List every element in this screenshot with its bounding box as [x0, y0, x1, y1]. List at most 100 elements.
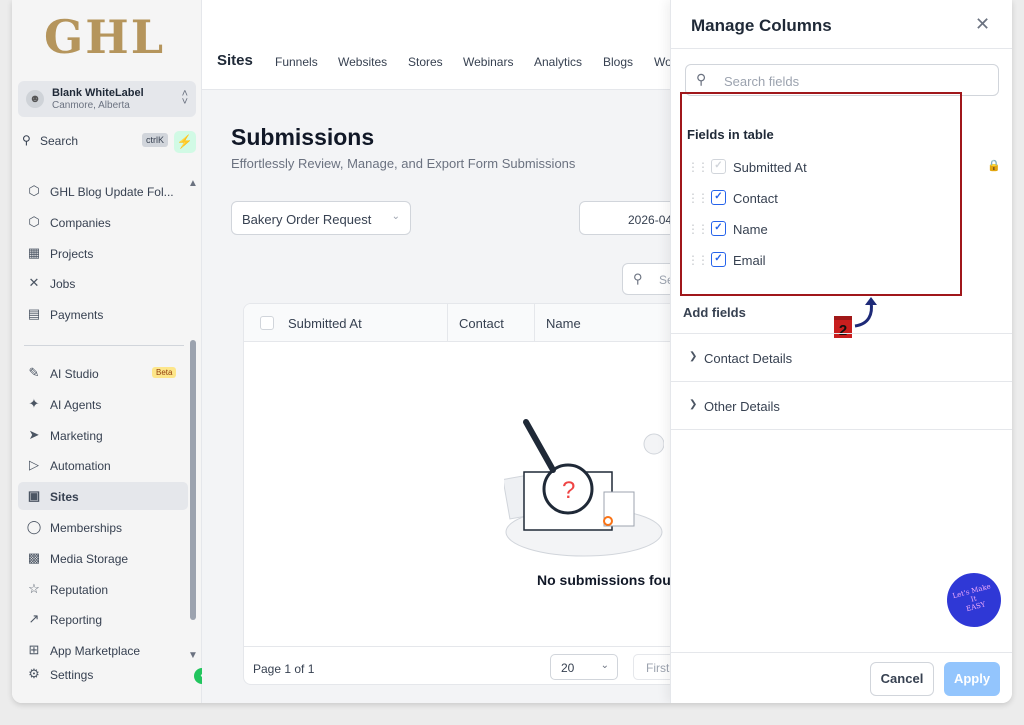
sidebar-item-label: AI Studio	[50, 367, 99, 381]
search-fields-placeholder: Search fields	[724, 74, 800, 89]
sidebar-item-label: Reporting	[50, 613, 103, 627]
sidebar: GHL ☻ Blank WhiteLabel Canmore, Alberta …	[12, 0, 202, 703]
tab-webinars[interactable]: Webinars	[463, 55, 513, 69]
add-fields-heading: Add fields	[683, 305, 746, 320]
column-submitted-at[interactable]: Submitted At	[288, 316, 362, 331]
tab-funnels[interactable]: Funnels	[275, 55, 318, 69]
image-icon: ▩	[27, 550, 41, 565]
section-other-details[interactable]: ❯ Other Details	[671, 382, 1012, 430]
tab-websites[interactable]: Websites	[338, 55, 387, 69]
scroll-up-arrow-icon[interactable]: ▲	[188, 178, 198, 189]
field-checkbox[interactable]: ✓	[711, 221, 726, 236]
account-switcher[interactable]: ☻ Blank WhiteLabel Canmore, Alberta ˄ ˅	[18, 81, 196, 117]
shortcut-hint: ctrlK	[142, 133, 168, 147]
user-icon: ☻	[26, 90, 44, 108]
column-contact[interactable]: Contact	[459, 316, 504, 331]
sidebar-item-label: Marketing	[50, 429, 103, 443]
field-label: Contact	[733, 191, 778, 206]
award-icon: ◯	[26, 519, 42, 534]
lock-icon: 🔒	[987, 160, 1001, 172]
field-checkbox[interactable]: ✓	[711, 190, 726, 205]
field-row-submitted-at[interactable]: ⋮⋮ ✓ Submitted At 🔒	[687, 157, 1001, 179]
drag-handle-icon[interactable]: ⋮⋮	[687, 160, 709, 174]
field-label: Name	[733, 222, 768, 237]
chevron-right-icon: ❯	[689, 351, 698, 362]
sidebar-item-reputation[interactable]: ☆ Reputation	[18, 575, 188, 603]
section-contact-details[interactable]: ❯ Contact Details	[671, 334, 1012, 382]
sidebar-item-ai-studio[interactable]: ✎ AI Studio Beta	[18, 359, 188, 387]
chevron-down-icon: ⌄	[391, 211, 400, 222]
chevron-right-icon: ❯	[689, 399, 698, 410]
sidebar-item-jobs[interactable]: ✕ Jobs	[18, 269, 188, 297]
field-row-contact[interactable]: ⋮⋮ ✓ Contact	[687, 188, 997, 210]
close-icon[interactable]: ✕	[975, 14, 990, 35]
form-select-value: Bakery Order Request	[242, 212, 372, 227]
field-label: Submitted At	[733, 160, 807, 175]
field-row-name[interactable]: ⋮⋮ ✓ Name	[687, 219, 997, 241]
select-all-checkbox[interactable]	[260, 316, 274, 330]
sidebar-item-label: GHL Blog Update Fol...	[50, 185, 174, 199]
drag-handle-icon[interactable]: ⋮⋮	[687, 253, 709, 267]
lightning-icon[interactable]: ⚡	[174, 131, 196, 153]
beta-badge: Beta	[152, 367, 177, 378]
field-label: Email	[733, 253, 766, 268]
panel-divider	[671, 48, 1012, 49]
sidebar-search[interactable]: ⚲ Search ctrlK	[18, 130, 168, 152]
empty-state-text: No submissions found	[537, 572, 688, 588]
column-name[interactable]: Name	[546, 316, 581, 331]
sidebar-item-label: Projects	[50, 247, 94, 261]
sidebar-item-reporting[interactable]: ↗ Reporting	[18, 605, 188, 633]
app-window: GHL ☻ Blank WhiteLabel Canmore, Alberta …	[12, 0, 1012, 703]
sidebar-item-projects[interactable]: ▦ Projects	[18, 239, 188, 267]
sidebar-item-memberships[interactable]: ◯ Memberships	[18, 513, 188, 541]
sidebar-item-ghl-blog-update[interactable]: ⬡ GHL Blog Update Fol...	[18, 177, 188, 205]
watermark-badge: Let's Make It EASY	[940, 566, 1008, 634]
scroll-down-arrow-icon[interactable]: ▼	[188, 650, 198, 661]
cancel-button[interactable]: Cancel	[870, 662, 934, 696]
sidebar-item-label: Jobs	[50, 277, 76, 291]
gear-icon: ⚙	[28, 666, 40, 681]
section-label: Contact Details	[704, 351, 793, 366]
section-title: Sites	[217, 52, 253, 69]
automation-icon: ▷	[29, 457, 39, 472]
sidebar-item-label: Reputation	[50, 583, 109, 597]
apply-button[interactable]: Apply	[944, 662, 1000, 696]
sidebar-item-label: Companies	[50, 216, 111, 230]
sidebar-item-media-storage[interactable]: ▩ Media Storage	[18, 544, 188, 572]
column-divider	[447, 304, 448, 342]
sidebar-scrollbar[interactable]	[190, 340, 196, 620]
sidebar-item-sites[interactable]: ▣ Sites	[18, 482, 188, 510]
chevron-down-icon: ⌄	[600, 660, 609, 671]
drag-handle-icon[interactable]: ⋮⋮	[687, 222, 709, 236]
tab-analytics[interactable]: Analytics	[534, 55, 582, 69]
tab-blogs[interactable]: Blogs	[603, 55, 633, 69]
sidebar-item-automation[interactable]: ▷ Automation	[18, 451, 188, 479]
field-row-email[interactable]: ⋮⋮ ✓ Email	[687, 250, 997, 272]
search-label: Search	[40, 134, 79, 148]
field-checkbox[interactable]: ✓	[711, 252, 726, 267]
empty-search-illustration: ?	[504, 419, 664, 557]
chevron-up-down-icon: ˄ ˅	[181, 88, 188, 108]
search-icon: ⚲	[22, 133, 31, 147]
sidebar-item-ai-agents[interactable]: ✦ AI Agents	[18, 390, 188, 418]
page-subtitle: Effortlessly Review, Manage, and Export …	[231, 156, 576, 171]
drag-handle-icon[interactable]: ⋮⋮	[687, 191, 709, 205]
grid-icon: ⊞	[28, 642, 40, 657]
sidebar-item-label: Settings	[50, 668, 94, 682]
ai-studio-icon: ✎	[28, 365, 40, 380]
sparkle-icon: ✦	[28, 396, 40, 411]
sidebar-item-companies[interactable]: ⬡ Companies	[18, 208, 188, 236]
form-select[interactable]: Bakery Order Request ⌄	[231, 201, 411, 235]
page-size-select[interactable]: 20 ⌄	[550, 654, 618, 680]
sidebar-item-marketing[interactable]: ➤ Marketing	[18, 421, 188, 449]
section-label: Other Details	[704, 399, 780, 414]
column-divider	[534, 304, 535, 342]
tab-stores[interactable]: Stores	[408, 55, 443, 69]
sidebar-item-label: Sites	[50, 490, 79, 504]
page-size-value: 20	[561, 661, 575, 675]
panel-title: Manage Columns	[691, 16, 832, 35]
sidebar-item-settings[interactable]: ⚙ Settings	[18, 660, 188, 688]
sidebar-item-label: App Marketplace	[50, 644, 141, 658]
sidebar-item-payments[interactable]: ▤ Payments	[18, 300, 188, 328]
cube-icon: ⬡	[28, 183, 40, 198]
